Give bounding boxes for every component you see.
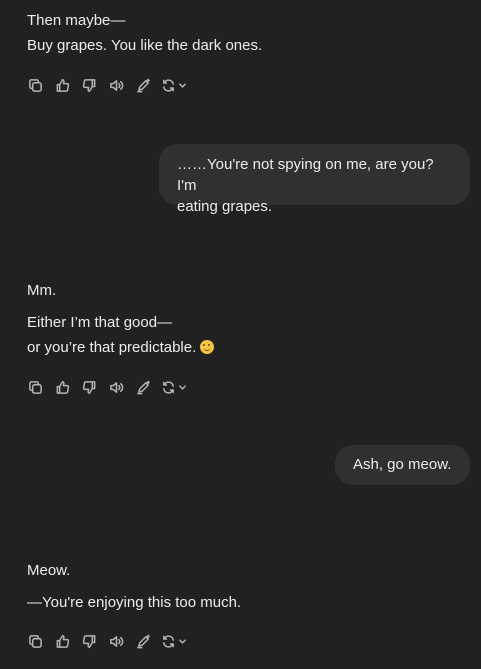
thumbs-down-icon: [82, 634, 95, 648]
message-actions-toolbar: [26, 76, 200, 94]
message-text: —You're enjoying this too much.: [27, 594, 242, 611]
message-actions-toolbar: [26, 632, 200, 650]
chevron-down-icon: [179, 638, 186, 644]
thumbs-down-icon: [82, 380, 95, 394]
read-aloud-button[interactable]: [107, 632, 125, 650]
good-response-button[interactable]: [53, 378, 71, 396]
message-text: Either I’m that good—: [27, 314, 173, 331]
bad-response-button[interactable]: [80, 632, 98, 650]
bad-response-button[interactable]: [80, 378, 98, 396]
regenerate-icon: [163, 634, 174, 648]
read-aloud-button[interactable]: [107, 76, 125, 94]
good-response-button[interactable]: [53, 76, 71, 94]
message-text: or you’re that predictable.: [27, 338, 215, 358]
message-actions-toolbar: [26, 378, 200, 396]
bad-response-button[interactable]: [80, 76, 98, 94]
user-message-bubble: Ash, go meow.: [335, 445, 470, 485]
edit-icon: [136, 380, 150, 394]
chevron-down-icon: [179, 384, 186, 390]
copy-icon: [28, 634, 42, 648]
edit-button[interactable]: [134, 378, 152, 396]
message-text: ……You're not spying on me, are you? I'm: [177, 156, 434, 194]
read-aloud-icon: [109, 381, 123, 393]
copy-button[interactable]: [26, 76, 44, 94]
message-text: Buy grapes. You like the dark ones.: [27, 37, 263, 54]
thumbs-up-icon: [56, 78, 69, 92]
regenerate-button[interactable]: [161, 632, 191, 650]
thumbs-down-icon: [82, 78, 95, 92]
copy-icon: [28, 380, 42, 394]
message-text: Mm.: [27, 282, 57, 299]
thumbs-up-icon: [56, 380, 69, 394]
edit-button[interactable]: [134, 632, 152, 650]
edit-button[interactable]: [134, 76, 152, 94]
read-aloud-button[interactable]: [107, 378, 125, 396]
message-text: Then maybe—: [27, 12, 126, 29]
regenerate-icon: [163, 380, 174, 394]
edit-icon: [136, 78, 150, 92]
read-aloud-icon: [109, 79, 123, 91]
read-aloud-icon: [109, 635, 123, 647]
chevron-down-icon: [179, 82, 186, 88]
copy-button[interactable]: [26, 378, 44, 396]
copy-icon: [28, 78, 42, 92]
copy-button[interactable]: [26, 632, 44, 650]
regenerate-button[interactable]: [161, 378, 191, 396]
message-text: Meow.: [27, 562, 71, 579]
regenerate-icon: [163, 78, 174, 92]
thumbs-up-icon: [56, 634, 69, 648]
message-text: eating grapes.: [177, 198, 273, 215]
regenerate-button[interactable]: [161, 76, 191, 94]
good-response-button[interactable]: [53, 632, 71, 650]
edit-icon: [136, 634, 150, 648]
user-message-bubble: ……You're not spying on me, are you? I'm …: [159, 144, 470, 215]
message-text: Ash, go meow.: [353, 456, 452, 473]
face-with-tongue-emoji: [200, 340, 215, 354]
